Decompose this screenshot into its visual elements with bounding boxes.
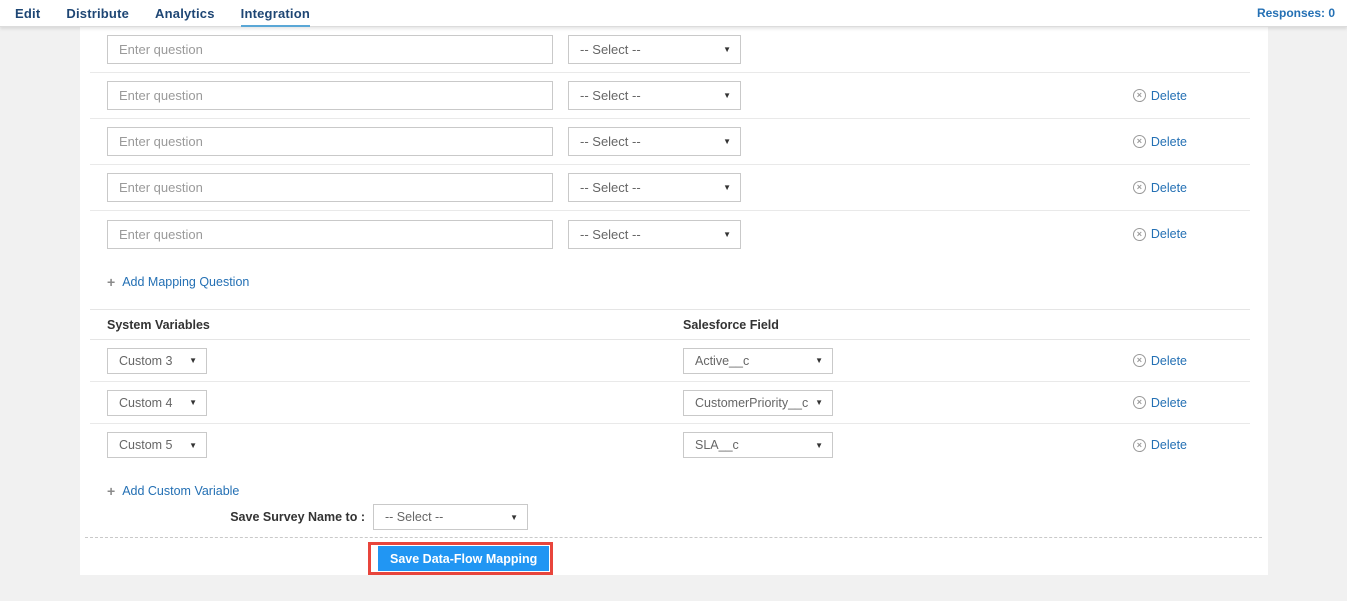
add-custom-variable-button[interactable]: + Add Custom Variable (107, 483, 239, 499)
variables-table-header: System Variables Salesforce Field (90, 309, 1250, 340)
caret-down-icon: ▼ (510, 513, 518, 522)
nav-tabs: Edit Distribute Analytics Integration (15, 0, 310, 26)
delete-label: Delete (1151, 354, 1187, 368)
system-variable-select[interactable]: Custom 4 ▼ (107, 390, 207, 416)
caret-down-icon: ▼ (723, 91, 731, 100)
add-custom-variable-label: Add Custom Variable (122, 484, 239, 498)
mapping-question-input[interactable] (107, 173, 553, 202)
delete-label: Delete (1151, 438, 1187, 452)
system-variable-select[interactable]: Custom 3 ▼ (107, 348, 207, 374)
delete-row-button[interactable]: × Delete (1133, 438, 1187, 452)
delete-circle-icon: × (1133, 354, 1146, 367)
caret-down-icon: ▼ (723, 137, 731, 146)
mapping-question-row: -- Select -- ▼ × Delete (90, 165, 1250, 211)
save-survey-name-select[interactable]: -- Select -- ▼ (373, 504, 528, 530)
select-value: -- Select -- (580, 227, 641, 242)
delete-row-button[interactable]: × Delete (1133, 89, 1187, 103)
select-value: Custom 3 (119, 354, 173, 368)
caret-down-icon: ▼ (723, 230, 731, 239)
caret-down-icon: ▼ (189, 441, 197, 450)
system-variable-select[interactable]: Custom 5 ▼ (107, 432, 207, 458)
mapping-question-input[interactable] (107, 220, 553, 249)
highlight-box: Save Data-Flow Mapping (368, 542, 553, 575)
mapping-question-input[interactable] (107, 35, 553, 64)
top-navbar: Edit Distribute Analytics Integration Re… (0, 0, 1347, 27)
select-value: -- Select -- (580, 42, 641, 57)
mapping-question-row: -- Select -- ▼ × Delete (90, 211, 1250, 257)
salesforce-field-select[interactable]: -- Select -- ▼ (568, 127, 741, 156)
select-value: Custom 5 (119, 438, 173, 452)
responses-count[interactable]: Responses: 0 (1257, 6, 1335, 20)
system-variables-header: System Variables (107, 318, 683, 332)
salesforce-field-select[interactable]: SLA__c ▼ (683, 432, 833, 458)
add-mapping-question-label: Add Mapping Question (122, 275, 249, 289)
save-data-flow-mapping-button[interactable]: Save Data-Flow Mapping (378, 546, 549, 571)
integration-mapping-panel: -- Select -- ▼ -- Select -- ▼ × Delete -… (80, 27, 1268, 575)
plus-icon: + (107, 274, 115, 290)
select-value: Custom 4 (119, 396, 173, 410)
delete-label: Delete (1151, 135, 1187, 149)
mapping-question-input[interactable] (107, 81, 553, 110)
select-value: -- Select -- (580, 134, 641, 149)
tab-analytics[interactable]: Analytics (155, 0, 215, 26)
delete-circle-icon: × (1133, 396, 1146, 409)
custom-variable-row: Custom 4 ▼ CustomerPriority__c ▼ × Delet… (90, 382, 1250, 424)
delete-circle-icon: × (1133, 228, 1146, 241)
select-value: -- Select -- (385, 510, 443, 524)
delete-label: Delete (1151, 396, 1187, 410)
select-value: Active__c (695, 354, 749, 368)
dashed-divider (85, 537, 1262, 538)
salesforce-field-select[interactable]: CustomerPriority__c ▼ (683, 390, 833, 416)
custom-variable-row: Custom 5 ▼ SLA__c ▼ × Delete (90, 424, 1250, 466)
caret-down-icon: ▼ (189, 398, 197, 407)
salesforce-field-header: Salesforce Field (683, 318, 779, 332)
mapping-question-input[interactable] (107, 127, 553, 156)
tab-edit[interactable]: Edit (15, 0, 40, 26)
caret-down-icon: ▼ (189, 356, 197, 365)
caret-down-icon: ▼ (723, 45, 731, 54)
salesforce-field-select[interactable]: -- Select -- ▼ (568, 35, 741, 64)
caret-down-icon: ▼ (815, 441, 823, 450)
delete-circle-icon: × (1133, 181, 1146, 194)
caret-down-icon: ▼ (815, 398, 823, 407)
caret-down-icon: ▼ (815, 356, 823, 365)
save-survey-name-label: Save Survey Name to : (90, 510, 373, 524)
mapping-question-row: -- Select -- ▼ × Delete (90, 119, 1250, 165)
delete-circle-icon: × (1133, 439, 1146, 452)
delete-row-button[interactable]: × Delete (1133, 227, 1187, 241)
mapping-question-row: -- Select -- ▼ (90, 27, 1250, 73)
select-value: CustomerPriority__c (695, 396, 808, 410)
select-value: -- Select -- (580, 88, 641, 103)
delete-row-button[interactable]: × Delete (1133, 135, 1187, 149)
plus-icon: + (107, 483, 115, 499)
add-mapping-question-button[interactable]: + Add Mapping Question (107, 274, 249, 290)
salesforce-field-select[interactable]: -- Select -- ▼ (568, 173, 741, 202)
delete-row-button[interactable]: × Delete (1133, 354, 1187, 368)
delete-label: Delete (1151, 89, 1187, 103)
select-value: -- Select -- (580, 180, 641, 195)
mapping-question-row: -- Select -- ▼ × Delete (90, 73, 1250, 119)
tab-distribute[interactable]: Distribute (66, 0, 129, 26)
salesforce-field-select[interactable]: Active__c ▼ (683, 348, 833, 374)
salesforce-field-select[interactable]: -- Select -- ▼ (568, 220, 741, 249)
delete-row-button[interactable]: × Delete (1133, 181, 1187, 195)
delete-circle-icon: × (1133, 89, 1146, 102)
caret-down-icon: ▼ (723, 183, 731, 192)
salesforce-field-select[interactable]: -- Select -- ▼ (568, 81, 741, 110)
select-value: SLA__c (695, 438, 739, 452)
delete-label: Delete (1151, 227, 1187, 241)
save-button-row: Save Data-Flow Mapping (80, 542, 1268, 575)
custom-variable-row: Custom 3 ▼ Active__c ▼ × Delete (90, 340, 1250, 382)
delete-row-button[interactable]: × Delete (1133, 396, 1187, 410)
delete-circle-icon: × (1133, 135, 1146, 148)
tab-integration[interactable]: Integration (241, 1, 310, 27)
delete-label: Delete (1151, 181, 1187, 195)
save-survey-name-row: Save Survey Name to : -- Select -- ▼ (90, 504, 1250, 530)
